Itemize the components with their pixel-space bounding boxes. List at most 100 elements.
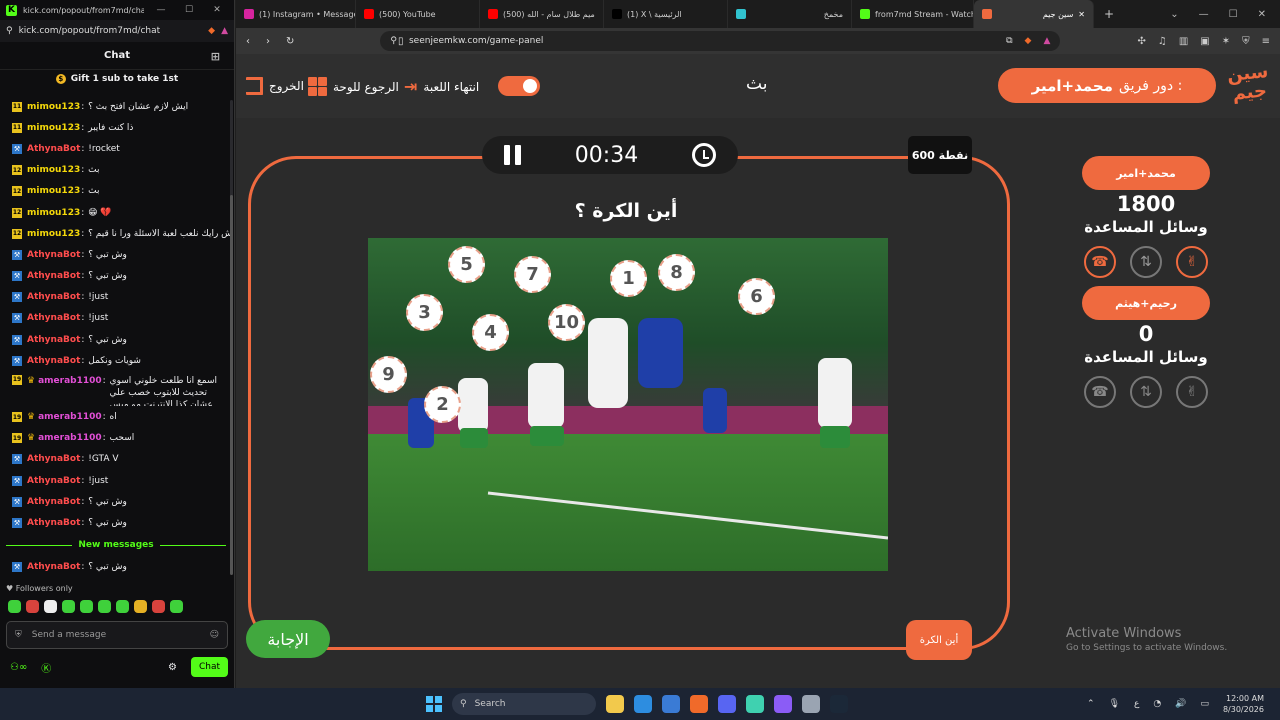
swap-icon[interactable]: ⇅ — [1130, 246, 1162, 278]
settings-gear-icon[interactable]: ⚙ — [168, 662, 177, 673]
emote-icon[interactable] — [62, 600, 75, 613]
exit-button[interactable]: الخروج — [246, 77, 304, 95]
vpn-icon[interactable]: ⛨ — [1242, 36, 1250, 47]
media-icon[interactable]: ♫ — [1158, 36, 1167, 47]
edge-icon[interactable] — [634, 695, 652, 713]
reload-icon[interactable]: ↻ — [286, 36, 294, 47]
tab-youtube[interactable]: (500) YouTube — [356, 0, 480, 28]
emote-icon[interactable] — [98, 600, 111, 613]
emote-icon[interactable] — [80, 600, 93, 613]
tune-icon[interactable]: ⚲ — [6, 26, 13, 36]
reset-timer-icon[interactable] — [692, 143, 716, 167]
leo-icon[interactable]: ✶ — [1222, 36, 1230, 47]
emote-icon[interactable] — [170, 600, 183, 613]
tab-instagram[interactable]: (1) Instagram • Messages — [236, 0, 356, 28]
store-icon[interactable] — [662, 695, 680, 713]
steam-icon[interactable] — [830, 695, 848, 713]
battery-icon[interactable]: ▭ — [1200, 699, 1209, 709]
tab-kick-stream[interactable]: from7md Stream - Watch — [852, 0, 974, 28]
minimize-button[interactable]: — — [1199, 9, 1209, 20]
end-game-button[interactable]: ⇥ انتهاء اللعبة — [404, 77, 479, 96]
bookmark-icon[interactable]: ▯ — [398, 36, 404, 47]
kick-k-icon[interactable]: Ⓚ — [41, 660, 51, 675]
emoji-icon[interactable]: ☺ — [210, 630, 219, 640]
message-username[interactable]: AthynaBot — [27, 518, 80, 528]
tab-mkhmkh[interactable]: مخمخ — [728, 0, 852, 28]
file-explorer-icon[interactable] — [606, 695, 624, 713]
swap-icon[interactable]: ⇅ — [1130, 376, 1162, 408]
message-username[interactable]: AthynaBot — [27, 497, 80, 507]
message-username[interactable]: amerab1100 — [38, 375, 102, 387]
back-icon[interactable]: ‹ — [246, 36, 250, 47]
app-icon[interactable] — [774, 695, 792, 713]
tab-youtube-video[interactable]: (500) ميم طلال سام - الله — [480, 0, 604, 28]
language-icon[interactable]: ع — [1134, 699, 1139, 709]
emote-icon[interactable] — [134, 600, 147, 613]
message-username[interactable]: mimou123 — [27, 229, 80, 239]
settings-icon[interactable] — [802, 695, 820, 713]
answer-button[interactable]: الإجابة — [246, 620, 330, 658]
message-username[interactable]: mimou123 — [27, 208, 80, 218]
chat-scrollbar[interactable] — [230, 100, 233, 575]
app-icon[interactable] — [746, 695, 764, 713]
chat-send-button[interactable]: Chat — [190, 657, 228, 677]
ball-option-5[interactable]: 5 — [448, 246, 485, 283]
clock[interactable]: 12:00 AM 8/30/2026 — [1223, 693, 1264, 715]
brave-rewards-icon[interactable]: ▲ — [1043, 36, 1050, 46]
message-username[interactable]: AthynaBot — [27, 144, 80, 154]
message-username[interactable]: AthynaBot — [27, 250, 80, 260]
ball-option-1[interactable]: 1 — [610, 260, 647, 297]
message-username[interactable]: amerab1100 — [38, 412, 102, 422]
close-button[interactable]: ✕ — [206, 5, 228, 15]
maximize-button[interactable]: ☐ — [1229, 9, 1238, 20]
brave-rewards-icon[interactable]: ▲ — [221, 26, 228, 36]
wifi-icon[interactable]: ◔ — [1153, 699, 1161, 709]
chat-url-bar[interactable]: ⚲ kick.com/popout/from7md/chat ◆ ▲ — [0, 20, 234, 42]
ball-option-8[interactable]: 8 — [658, 254, 695, 291]
pause-icon[interactable] — [504, 145, 521, 165]
chat-url[interactable]: kick.com/popout/from7md/chat — [19, 26, 203, 36]
microphone-icon[interactable]: 🎙 — [1109, 699, 1120, 709]
message-username[interactable]: mimou123 — [27, 123, 80, 133]
close-button[interactable]: ✕ — [1258, 9, 1266, 20]
two-answers-icon[interactable]: ✌ — [1176, 376, 1208, 408]
address-url[interactable]: seenjeemkw.com/game-panel — [409, 36, 543, 46]
back-to-board-button[interactable]: الرجوع للوحة — [308, 77, 399, 96]
ball-option-9[interactable]: 9 — [370, 356, 407, 393]
message-username[interactable]: AthynaBot — [27, 562, 80, 572]
forward-icon[interactable]: › — [266, 36, 270, 47]
taskbar-search[interactable]: ⚲ Search — [452, 693, 596, 715]
message-username[interactable]: AthynaBot — [27, 292, 80, 302]
chevron-up-icon[interactable]: ⌃ — [1087, 699, 1095, 709]
tab-seenjeem[interactable]: سين جيم ✕ — [974, 0, 1094, 28]
menu-icon[interactable]: ≡ — [1262, 36, 1270, 47]
message-username[interactable]: AthynaBot — [27, 335, 80, 345]
wallet-icon[interactable]: ▣ — [1200, 36, 1209, 47]
site-info-icon[interactable]: ⚲ — [390, 36, 397, 46]
message-username[interactable]: mimou123 — [27, 186, 80, 196]
call-friend-icon[interactable]: ☎ — [1084, 246, 1116, 278]
game-toggle[interactable] — [498, 76, 540, 96]
team-1-name[interactable]: محمد+امير — [1082, 156, 1210, 190]
translate-icon[interactable]: ⧉ — [1006, 36, 1012, 46]
two-answers-icon[interactable]: ✌ — [1176, 246, 1208, 278]
message-username[interactable]: AthynaBot — [27, 454, 80, 464]
where-is-ball-button[interactable]: أين الكرة — [906, 620, 972, 660]
emote-icon[interactable] — [8, 600, 21, 613]
discord-icon[interactable] — [718, 695, 736, 713]
message-username[interactable]: mimou123 — [27, 165, 80, 175]
send-message-input[interactable]: ⛨ Send a message ☺ — [6, 621, 228, 649]
maximize-button[interactable]: ☐ — [178, 5, 200, 15]
ball-option-3[interactable]: 3 — [406, 294, 443, 331]
ball-option-2[interactable]: 2 — [424, 386, 461, 423]
message-username[interactable]: mimou123 — [27, 102, 80, 112]
address-bar[interactable]: ⚲ seenjeemkw.com/game-panel ⧉ ◆ ▲ — [380, 31, 1061, 51]
message-username[interactable]: AthynaBot — [27, 271, 80, 281]
gift-icon[interactable]: ⊞ — [211, 50, 220, 63]
brave-shield-icon[interactable]: ◆ — [208, 26, 215, 36]
close-tab-icon[interactable]: ✕ — [1078, 10, 1085, 19]
new-messages-divider[interactable]: New messages — [6, 538, 227, 552]
ball-option-4[interactable]: 4 — [472, 314, 509, 351]
emote-icon[interactable] — [44, 600, 57, 613]
emote-icon[interactable] — [152, 600, 165, 613]
